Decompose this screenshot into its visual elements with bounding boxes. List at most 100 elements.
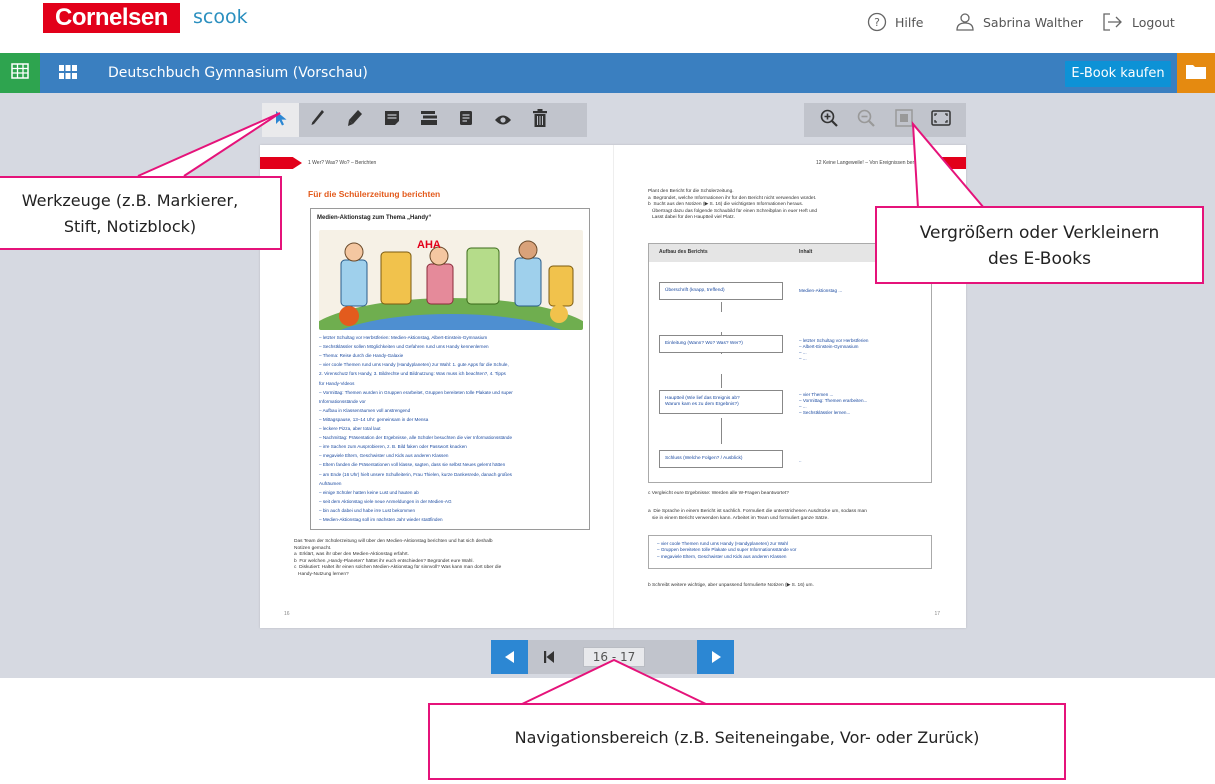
- previous-page-button[interactable]: [491, 640, 528, 674]
- help-label: Hilfe: [895, 14, 924, 30]
- text-line: – einige Schüler hatten keine Lust und h…: [319, 489, 419, 495]
- next-page-button[interactable]: [697, 640, 734, 674]
- zoom-in-icon: [820, 109, 838, 131]
- visibility-tool[interactable]: [484, 103, 521, 137]
- book-title: Deutschbuch Gymnasium (Vorschau): [108, 65, 368, 81]
- diagram-row-content: ..: [799, 458, 802, 463]
- diagram-connector: [721, 374, 722, 388]
- page-number-left: 16: [284, 611, 290, 617]
- pointer-icon: [274, 110, 288, 130]
- diagram-head-content: Inhalt: [799, 249, 813, 255]
- diagram-row-content: – vier Themen ... – Vormittag: Themen er…: [799, 392, 868, 415]
- delete-tool[interactable]: [521, 103, 558, 137]
- note-tool[interactable]: [373, 103, 410, 137]
- top-header: Cornelsen scook ? Hilfe Sabrina Walther …: [0, 0, 1215, 50]
- help-link[interactable]: ? Hilfe: [867, 10, 923, 34]
- text-line: – Medien-Aktionstag soll im nächsten Jah…: [319, 517, 443, 522]
- handy-illustration: AHA: [319, 230, 583, 330]
- diagram-row-content: – letzter Schultag vor Herbstferien – Al…: [799, 338, 869, 361]
- text-line: – bin auch dabei und habe irre Lust beko…: [319, 507, 416, 513]
- text-line: – Mittagspause, 13–14 Uhr: gemeinsam in …: [319, 416, 429, 422]
- logout-label: Logout: [1132, 14, 1175, 30]
- zoom-in-button[interactable]: [814, 103, 844, 137]
- zoom-toolbar: [804, 103, 966, 137]
- notes-box: Medien-Aktionstag zum Thema „Handy“ AHA …: [310, 208, 590, 530]
- text-line: für Handy-Videos: [319, 380, 355, 386]
- logout-icon: [1102, 12, 1124, 32]
- marker-icon: [347, 109, 363, 131]
- text-line: sie in einem Bericht verwenden kann. Arb…: [648, 515, 829, 521]
- cover-tool[interactable]: [410, 103, 447, 137]
- scook-brand[interactable]: scook: [193, 6, 248, 28]
- eye-icon: [494, 111, 512, 130]
- book-spread[interactable]: 1 Wer? Was? Wo? – Berichten Für die Schü…: [260, 145, 966, 628]
- fit-page-button[interactable]: [889, 103, 919, 137]
- text-line: – Eltern fanden die Präsentationen voll …: [319, 462, 506, 468]
- pen-icon: [310, 109, 326, 131]
- buy-ebook-button[interactable]: E-Book kaufen: [1065, 61, 1171, 87]
- svg-text:?: ?: [874, 16, 880, 29]
- text-line: – Thema: Reise durch die Handy-Galaxie: [319, 353, 404, 359]
- folder-icon: [1186, 63, 1206, 83]
- diagram-row-label: Schluss (Welche Folgen? / Ausblick): [659, 450, 783, 468]
- logout-link[interactable]: Logout: [1102, 10, 1175, 34]
- text-line: – vier coole Themen rund ums Handy (Hand…: [319, 362, 509, 368]
- pen-tool[interactable]: [299, 103, 336, 137]
- page-navigation: 16 - 17: [491, 640, 734, 674]
- triangle-left-icon: [504, 648, 515, 667]
- user-icon: [955, 12, 975, 32]
- trash-icon: [532, 109, 547, 131]
- text-line: – seit dem Aktionstag viele neue Anmeldu…: [319, 498, 452, 504]
- table-view-button[interactable]: [0, 53, 40, 93]
- chapter-marker: [260, 157, 302, 169]
- grid-view-button[interactable]: [48, 53, 88, 93]
- fit-page-icon: [895, 109, 913, 131]
- cornelsen-logo[interactable]: Cornelsen: [43, 3, 180, 33]
- diagram-connector: [721, 302, 722, 312]
- chapter-marker-right: [942, 157, 966, 169]
- callout-zoom-line-1: Vergrößern oder Verkleinern: [919, 223, 1160, 243]
- text-line: – Vormittag: Themen wurden in Gruppen er…: [319, 389, 513, 395]
- page-number-right: 17: [934, 611, 940, 617]
- first-page-button[interactable]: [535, 640, 563, 674]
- skip-to-start-icon: [544, 648, 554, 667]
- diagram-row-label: Überschrift (knapp, treffend): [659, 282, 783, 300]
- task-2c: c Vergleicht eure Ergebnisse: Werden all…: [648, 491, 789, 496]
- user-link[interactable]: Sabrina Walther: [955, 10, 1083, 34]
- callout-zoom: Vergrößern oder Verkleinern des E-Books: [875, 206, 1204, 284]
- grid-icon: [59, 64, 77, 83]
- callout-tools: Werkzeuge (z.B. Markierer, Stift, Notizb…: [0, 176, 282, 250]
- page-input[interactable]: 16 - 17: [583, 647, 645, 667]
- diagram-row-label: Einleitung (Wann? Wo? Was? Wer?): [659, 335, 783, 353]
- cover-icon: [420, 110, 438, 130]
- table-icon: [11, 63, 29, 83]
- task-3b: b Schreibt weitere wichtige, aber unpass…: [648, 583, 814, 588]
- text-line: Handy-Nutzung lernen?: [294, 571, 349, 577]
- book-bar: Deutschbuch Gymnasium (Vorschau) E-Book …: [0, 53, 1215, 93]
- text-line: – am Ende (16 Uhr) hielt unsere Schullei…: [319, 471, 512, 477]
- page-tool[interactable]: [447, 103, 484, 137]
- language-box: – vier coole Themen rund ums Handy (Hand…: [648, 535, 932, 569]
- right-running-head: 12 Keine Langeweile! – Von Ereignissen b…: [816, 160, 928, 166]
- diagram-row-content: Medien-Aktionstag ...: [799, 288, 843, 293]
- pointer-tool[interactable]: [262, 103, 299, 137]
- diagram-connector: [721, 418, 722, 444]
- text-line: – leckere Pizza, aber total laut: [319, 426, 381, 431]
- zoom-out-icon: [857, 109, 876, 131]
- section-title: Für die Schülerzeitung berichten: [308, 189, 441, 199]
- notes-box-title: Medien-Aktionstag zum Thema „Handy“: [317, 215, 432, 221]
- callout-tools-line-1: Werkzeuge (z.B. Markierer,: [21, 191, 239, 210]
- folder-button[interactable]: [1177, 53, 1215, 93]
- text-line: – megaviele Eltern, Geschwister und Kids…: [657, 553, 787, 559]
- text-line: – Sechstklässler sollen Möglichkeiten un…: [319, 344, 489, 350]
- left-running-head: 1 Wer? Was? Wo? – Berichten: [308, 160, 377, 166]
- text-line: – Nachmittag: Präsentation der Ergebniss…: [319, 435, 513, 441]
- fullscreen-button[interactable]: [926, 103, 956, 137]
- text-line: Aufräumen: [319, 480, 342, 486]
- text-line: Informationsstände vor: [319, 398, 366, 404]
- triangle-right-icon: [711, 648, 721, 667]
- marker-tool[interactable]: [336, 103, 373, 137]
- page-icon: [459, 110, 473, 130]
- text-line: – Aufbau in Klassenräumen voll anstrenge…: [319, 407, 411, 413]
- zoom-out-button[interactable]: [851, 103, 881, 137]
